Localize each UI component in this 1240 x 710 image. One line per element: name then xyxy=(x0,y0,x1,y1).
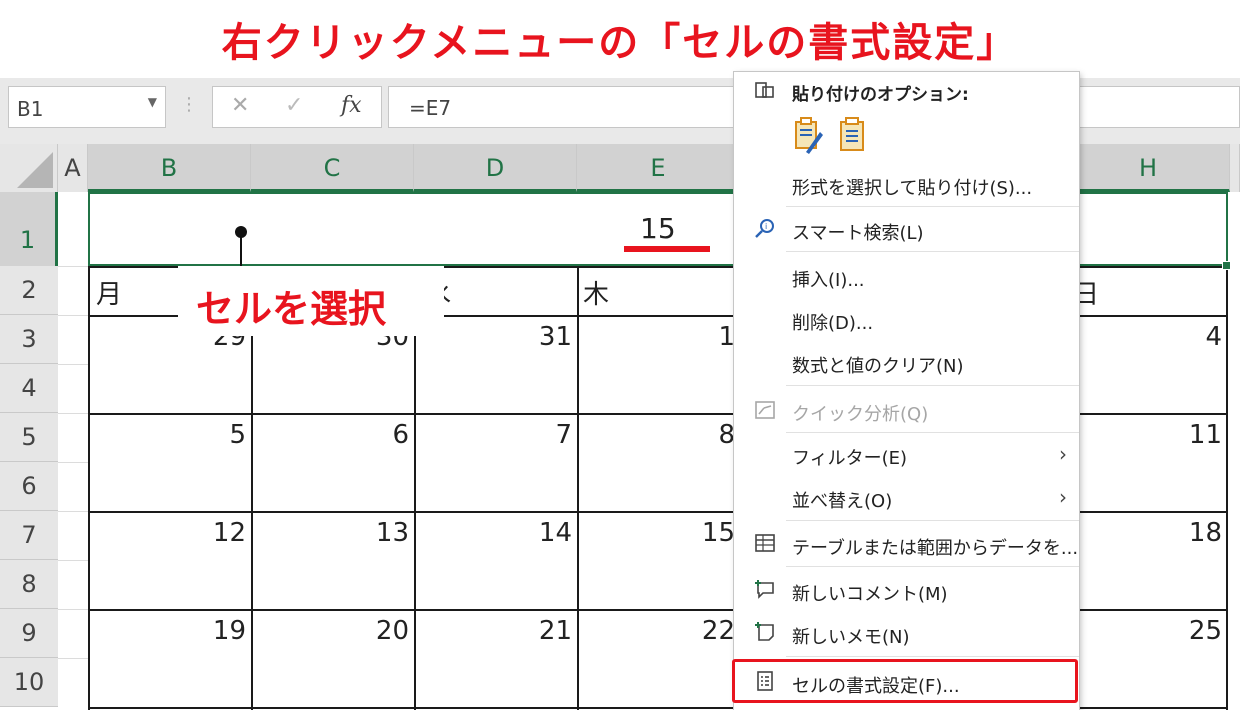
cell-d7: 14 xyxy=(538,518,572,548)
cell-b2: 月 xyxy=(96,280,123,310)
callout-label: セルを選択 xyxy=(196,287,387,331)
row-header-10[interactable]: 10 xyxy=(0,658,58,707)
new-note-label: 新しいメモ(N) xyxy=(792,627,910,648)
cell-d5: 7 xyxy=(555,420,572,450)
format-cells-highlight xyxy=(732,659,1078,703)
select-all-corner[interactable] xyxy=(0,144,58,192)
row-header-3[interactable]: 3 xyxy=(0,315,58,364)
menu-item-smart-lookup[interactable]: i スマート検索(L) xyxy=(734,209,1079,251)
fill-handle[interactable] xyxy=(1222,261,1231,270)
menu-item-new-comment[interactable]: 新しいコメント(M) xyxy=(734,570,1079,612)
row-header-4[interactable]: 4 xyxy=(0,364,58,413)
row-header-1[interactable]: 1 xyxy=(0,192,58,266)
clipboard-icon xyxy=(752,78,778,105)
cell-e5: 8 xyxy=(718,420,735,450)
row-header-8[interactable]: 8 xyxy=(0,560,58,609)
paste-icon-row xyxy=(734,112,1079,162)
menu-item-insert[interactable]: 挿入(I)... xyxy=(734,256,1079,298)
red-underline-annotation xyxy=(624,246,710,252)
quick-analysis-icon xyxy=(752,398,778,425)
clear-label: 数式と値のクリア(N) xyxy=(792,356,964,377)
chevron-down-icon[interactable]: ▼ xyxy=(148,95,157,109)
banner-title: 右クリックメニューの「セルの書式設定」 xyxy=(221,20,1019,66)
cell-d3: 31 xyxy=(538,322,572,352)
cell-c5: 6 xyxy=(392,420,409,450)
menu-item-paste-special[interactable]: 形式を選択して貼り付け(S)... xyxy=(734,164,1079,206)
menu-item-sort[interactable]: 並べ替え(O) › xyxy=(734,477,1079,519)
smart-lookup-label: スマート検索(L) xyxy=(792,223,924,244)
cell-e1-value: 15 xyxy=(640,212,676,245)
smart-lookup-icon: i xyxy=(752,217,778,244)
drag-handle-icon[interactable]: ⋮ xyxy=(180,94,198,115)
column-header-b[interactable]: B xyxy=(88,144,251,192)
cell-b7: 12 xyxy=(212,518,246,548)
cell-e7: 15 xyxy=(701,518,735,548)
paste-options-label: 貼り付けのオプション: xyxy=(792,85,969,105)
cell-b9: 19 xyxy=(212,616,246,646)
menu-item-table[interactable]: テーブルまたは範囲からデータを... xyxy=(734,524,1079,566)
paste-special-label: 形式を選択して貼り付け(S)... xyxy=(792,178,1033,199)
enter-icon[interactable]: ✓ xyxy=(285,93,303,118)
paste-options-header: 貼り付けのオプション: xyxy=(734,72,1079,114)
row-header-6[interactable]: 6 xyxy=(0,462,58,511)
cell-e3: 1 xyxy=(718,322,735,352)
column-header-d[interactable]: D xyxy=(414,144,577,192)
paste-formatting-icon[interactable] xyxy=(792,116,824,158)
name-box[interactable]: B1 ▼ xyxy=(8,86,166,128)
chevron-right-icon: › xyxy=(1059,485,1067,509)
row-header-5[interactable]: 5 xyxy=(0,413,58,462)
new-comment-label: 新しいコメント(M) xyxy=(792,584,948,605)
cell-h7: 18 xyxy=(1188,518,1222,548)
formula-value: =E7 xyxy=(409,96,452,120)
column-header-a[interactable]: A xyxy=(58,144,88,192)
table-label: テーブルまたは範囲からデータを... xyxy=(792,538,1079,559)
cell-c9: 20 xyxy=(375,616,409,646)
callout-box: セルを選択 xyxy=(178,266,444,336)
paste-values-icon[interactable] xyxy=(838,116,868,158)
insert-label: 挿入(I)... xyxy=(792,270,865,291)
chevron-right-icon: › xyxy=(1059,442,1067,466)
cell-b5: 5 xyxy=(229,420,246,450)
cancel-icon[interactable]: ✕ xyxy=(231,93,249,118)
svg-text:i: i xyxy=(765,222,767,231)
column-header-h[interactable]: H xyxy=(1067,144,1230,192)
new-comment-icon xyxy=(752,578,778,605)
row-header-7[interactable]: 7 xyxy=(0,511,58,560)
row-header-2[interactable]: 2 xyxy=(0,266,58,315)
column-header-e[interactable]: E xyxy=(577,144,740,192)
formula-buttons: ✕ ✓ fx xyxy=(212,86,382,128)
cell-e2: 木 xyxy=(583,280,610,310)
sort-label: 並べ替え(O) xyxy=(792,491,893,512)
menu-item-clear[interactable]: 数式と値のクリア(N) xyxy=(734,342,1079,384)
context-menu: 貼り付けのオプション: 形式を選択して貼り付け(S)... i スマート検索(L… xyxy=(732,72,1079,710)
menu-item-new-note[interactable]: 新しいメモ(N) xyxy=(734,613,1079,655)
table-icon xyxy=(752,532,778,559)
insert-function-icon[interactable]: fx xyxy=(341,93,362,118)
cell-h9: 25 xyxy=(1188,616,1222,646)
filter-label: フィルター(E) xyxy=(792,448,908,469)
delete-label: 削除(D)... xyxy=(792,313,874,334)
menu-item-quick-analysis: クイック分析(Q) xyxy=(734,390,1079,432)
new-note-icon xyxy=(752,621,778,648)
title-banner: 右クリックメニューの「セルの書式設定」 xyxy=(0,0,1240,78)
menu-item-delete[interactable]: 削除(D)... xyxy=(734,299,1079,341)
row-header-9[interactable]: 9 xyxy=(0,609,58,658)
quick-analysis-label: クイック分析(Q) xyxy=(792,404,929,425)
menu-item-filter[interactable]: フィルター(E) › xyxy=(734,434,1079,476)
cell-h5: 11 xyxy=(1188,420,1222,450)
column-header-i[interactable] xyxy=(1230,144,1240,192)
name-box-value: B1 xyxy=(17,97,44,121)
cell-d9: 21 xyxy=(538,616,572,646)
cell-h3: 4 xyxy=(1205,322,1222,352)
column-header-c[interactable]: C xyxy=(251,144,414,192)
cell-e9: 22 xyxy=(701,616,735,646)
cell-c7: 13 xyxy=(375,518,409,548)
